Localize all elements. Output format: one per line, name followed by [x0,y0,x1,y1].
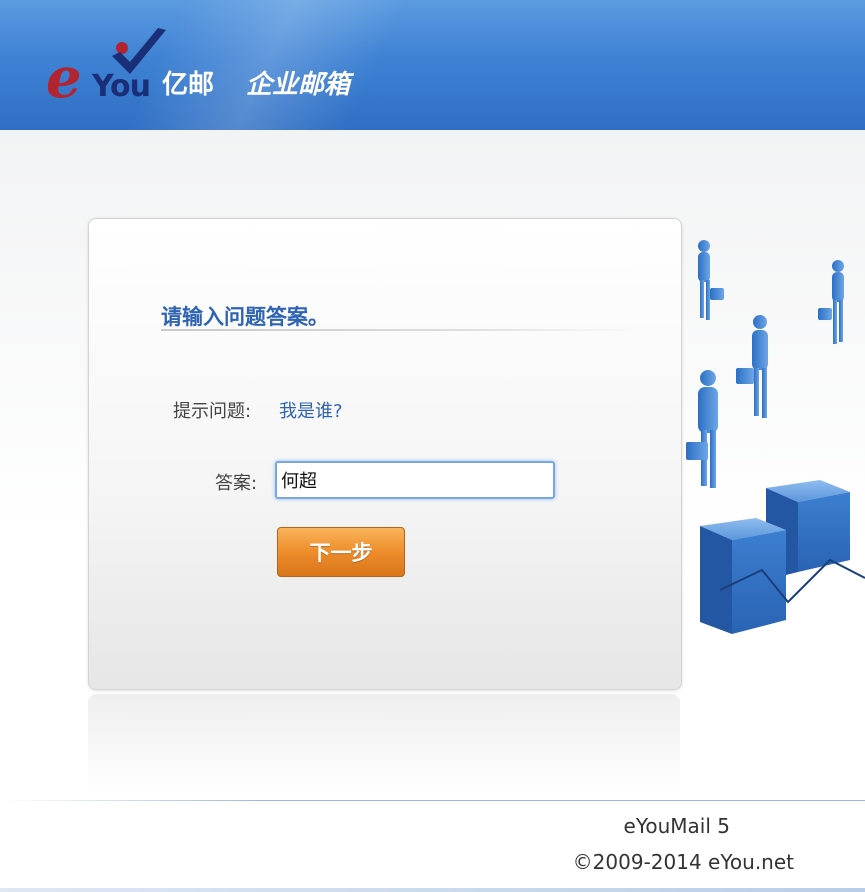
product-name: 企业邮箱 [246,70,351,100]
question-label: 提示问题: [173,401,252,422]
title-divider [161,329,641,331]
next-button[interactable]: 下一步 [277,527,405,577]
logo-text-you: You [92,69,151,104]
logo-letter-e: e [46,45,82,111]
answer-label: 答案: [215,473,258,494]
panel-reflection [88,694,680,794]
bottom-divider [0,888,865,892]
security-question-panel: 请输入问题答案。 提示问题: 我是谁? 答案: 下一步 [88,218,682,690]
answer-input[interactable] [275,461,555,499]
footer-divider [0,800,865,801]
logo-text-cn: 亿邮 [162,70,215,100]
header-banner: e You 亿邮 企业邮箱 [0,0,865,130]
footer-product: eYouMail 5 [623,814,730,838]
panel-title: 请输入问题答案。 [161,305,329,329]
footer-copyright: ©2009-2014 eYou.net [572,850,794,874]
question-text: 我是谁? [279,401,343,422]
eyou-logo: e You 亿邮 [40,28,240,108]
business-people-illustration [686,240,865,634]
